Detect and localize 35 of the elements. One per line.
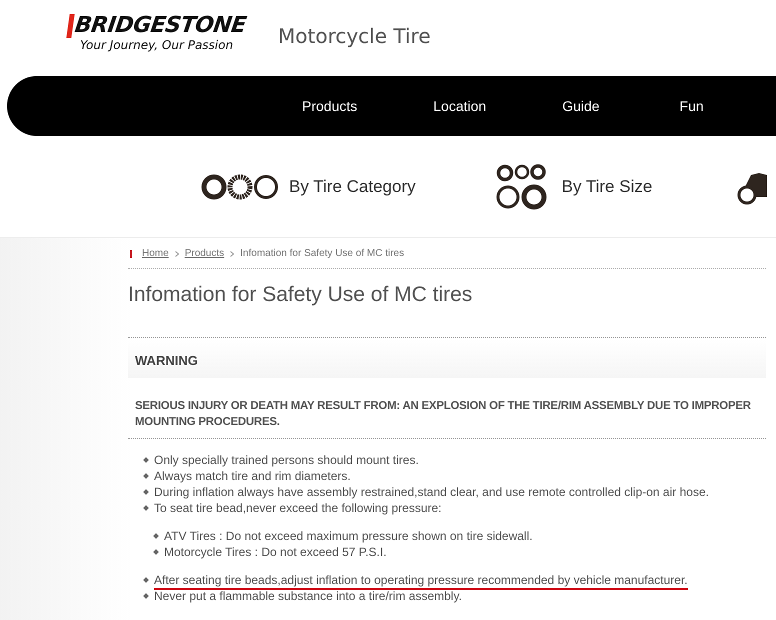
- bullet-icon: [143, 489, 149, 495]
- bullet-icon: [153, 533, 159, 539]
- bullet-icon: [153, 549, 159, 555]
- nav-link[interactable]: Fun: [680, 98, 704, 114]
- page-title: Infomation for Safety Use of MC tires: [128, 269, 766, 338]
- category-link[interactable]: By Tire Size: [562, 176, 652, 196]
- bullet-icon: [143, 457, 149, 463]
- chevron-icon: [174, 250, 179, 256]
- nav-link[interactable]: Guide: [562, 98, 600, 114]
- breadcrumb-link[interactable]: Home: [142, 248, 169, 259]
- breadcrumb-current: Infomation for Safety Use of MC tires: [240, 248, 404, 259]
- tagline: Your Journey, Our Passion: [79, 38, 234, 52]
- site-title: Motorcycle Tire: [278, 23, 431, 48]
- bullet-icon: [143, 577, 149, 583]
- nav-link[interactable]: Location: [433, 98, 486, 114]
- breadcrumb-link[interactable]: Products: [184, 248, 224, 259]
- list-item: Only specially trained persons should mount tires.: [154, 453, 419, 467]
- list-item: Never put a flammable substance into a tire/rim assembly.: [154, 589, 462, 603]
- tires-icon: [201, 172, 279, 200]
- brand-logo[interactable]: BRIDGESTONE: [66, 14, 280, 38]
- list-item: ATV Tires : Do not exceed maximum pressure shown on tire sidewall.: [164, 529, 533, 543]
- tire-sizes-icon: [496, 164, 548, 210]
- bullet-icon: [143, 473, 149, 479]
- list-item: Always match tire and rim diameters.: [154, 469, 351, 483]
- bullet-icon: [143, 505, 149, 511]
- list-item: Motorcycle Tires : Do not exceed 57 P.S.I.: [164, 545, 387, 559]
- breadcrumb-marker: [130, 250, 132, 258]
- warning-statement: SERIOUS INJURY OR DEATH MAY RESULT FROM: AN EXPLOSION OF THE TIRE/RIM ASSEMBLY DUE TO IMPROPER MOUNTING PROCEDURES.: [128, 378, 766, 439]
- list-item: During inflation always have assembly restrained,stand clear, and use remote controlled clip-on air hose.: [154, 485, 709, 499]
- category-link[interactable]: By Tire Category: [289, 176, 416, 196]
- bullet-icon: [143, 593, 149, 599]
- chevron-icon: [230, 250, 234, 256]
- nav-link[interactable]: Products: [302, 98, 358, 114]
- list-item: After seating tire beads,adjust inflation to operating pressure recommended by vehicle manufacturer.: [154, 573, 688, 590]
- list-item: To seat tire bead,never exceed the following pressure:: [154, 501, 442, 515]
